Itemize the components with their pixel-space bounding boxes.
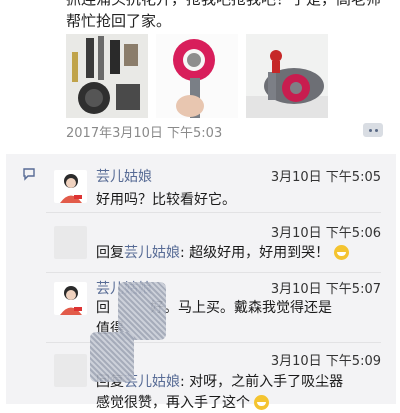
reply-label: 回复: [96, 245, 124, 261]
comment-time: 3月10日 下午5:07: [270, 282, 381, 297]
reply-text: : 对呀，之前入手了吸尘器: [180, 374, 344, 390]
comment-time: 3月10日 下午5:09: [270, 354, 381, 369]
laughing-emoji-icon: [333, 245, 349, 260]
comment-item[interactable]: 3月10日 下午5:06 回复芸儿姑娘: 超级好用，好用到哭！: [46, 218, 381, 278]
post-photo-3[interactable]: [246, 34, 328, 118]
commenter-name[interactable]: 芸儿姑娘: [96, 166, 152, 186]
comment-text-start: 回: [96, 300, 110, 316]
divider: [46, 272, 381, 273]
post-photo-2[interactable]: [156, 34, 238, 118]
reply-text-line2: 感觉很赞，再入手了这个: [96, 395, 250, 411]
laughing-emoji-icon: [254, 395, 270, 410]
comment-text-line2: 感觉很赞，再入手了这个: [96, 393, 386, 413]
avatar[interactable]: [54, 282, 87, 315]
avatar[interactable]: [54, 354, 87, 387]
reply-text: : 超级好用，好用到哭！: [180, 245, 330, 261]
comment-bubble-icon: [22, 166, 36, 185]
post-caption: 抓连涌头抗花开，抢我吧抢我吧！于是，高老师帮忙抢回了家。: [66, 0, 381, 30]
comment-text: 好用吗？比较看好它。: [96, 192, 236, 208]
avatar[interactable]: [54, 226, 87, 259]
comment-text: 回复芸儿姑娘: 超级好用，好用到哭！: [96, 243, 386, 263]
comments-panel: 芸儿姑娘 3月10日 下午5:05 好用吗？比较看好它。 3月10日 下午5:0…: [6, 154, 396, 411]
dot-icon: [368, 128, 372, 132]
comment-text-end: 好。马上买。戴森我觉得还是: [150, 300, 332, 316]
dot-icon: [374, 128, 378, 132]
reply-target-name[interactable]: 芸儿姑娘: [124, 245, 180, 261]
comment-time: 3月10日 下午5:06: [270, 226, 381, 241]
avatar[interactable]: [54, 170, 87, 203]
post-timestamp: 2017年3月10日 下午5:03: [66, 126, 223, 141]
divider: [46, 212, 381, 213]
more-options-button[interactable]: [363, 123, 383, 137]
comment-item[interactable]: 芸儿姑娘 3月10日 下午5:07 回好。马上买。戴森我觉得还是 值得: [46, 274, 381, 337]
post-photo-1[interactable]: [66, 34, 148, 118]
comment-item[interactable]: 芸儿姑娘 3月10日 下午5:05 好用吗？比较看好它。: [46, 162, 381, 222]
comment-text: 回复芸儿姑娘: 对呀，之前入手了吸尘器: [96, 372, 386, 392]
comment-time: 3月10日 下午5:05: [270, 170, 381, 185]
privacy-blur: [90, 332, 134, 382]
